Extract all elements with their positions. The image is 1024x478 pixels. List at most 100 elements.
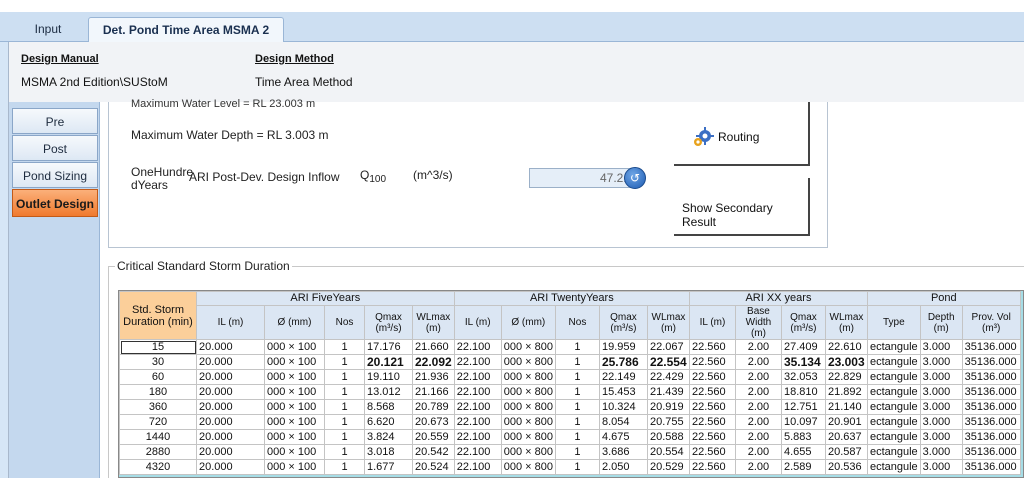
table-cell[interactable]: 27.409 xyxy=(780,339,826,355)
table-cell[interactable]: 000 × 100 xyxy=(264,399,325,415)
table-cell[interactable]: 35136.000 xyxy=(961,429,1021,445)
table-cell[interactable]: 360 xyxy=(119,399,197,415)
table-cell[interactable]: 000 × 800 xyxy=(500,444,556,460)
table-cell[interactable]: 000 × 100 xyxy=(264,459,325,475)
table-cell[interactable]: 22.100 xyxy=(453,354,502,370)
tab-det-pond-time-area[interactable]: Det. Pond Time Area MSMA 2 xyxy=(88,17,284,42)
table-cell[interactable]: 20.000 xyxy=(196,429,265,445)
side-tab-pond-sizing[interactable]: Pond Sizing xyxy=(12,162,98,188)
table-cell[interactable]: 3.000 xyxy=(919,339,963,355)
table-cell[interactable]: 720 xyxy=(119,414,197,430)
table-cell[interactable]: 22.560 xyxy=(688,339,736,355)
table-cell[interactable]: 000 × 800 xyxy=(500,399,556,415)
table-cell[interactable]: 20.919 xyxy=(646,399,690,415)
table-cell[interactable]: 20.554 xyxy=(646,444,690,460)
table-cell[interactable]: 20.121 xyxy=(364,354,413,370)
table-cell[interactable]: 1 xyxy=(324,414,365,430)
table-cell[interactable]: 20.542 xyxy=(412,444,455,460)
table-cell[interactable]: 3.000 xyxy=(919,354,963,370)
table-cell[interactable]: 1 xyxy=(324,369,365,385)
table-cell[interactable]: 1 xyxy=(554,384,600,400)
table-cell[interactable]: 22.100 xyxy=(453,384,502,400)
table-cell[interactable]: 20.000 xyxy=(196,444,265,460)
routing-button[interactable]: Routing xyxy=(674,102,810,166)
table-cell[interactable]: 19.110 xyxy=(364,369,413,385)
table-cell[interactable]: 20.587 xyxy=(824,444,868,460)
table-cell[interactable]: 22.067 xyxy=(646,339,690,355)
table-cell[interactable]: 5.883 xyxy=(780,429,826,445)
table-cell[interactable]: 35136.000 xyxy=(961,384,1021,400)
table-cell[interactable]: 13.012 xyxy=(364,384,413,400)
table-cell[interactable]: 22.560 xyxy=(688,414,736,430)
table-cell[interactable]: 1 xyxy=(324,399,365,415)
table-row[interactable]: 30 20.000 000 × 100 1 20.121 22.092 22.100 000 … xyxy=(119,354,1021,370)
table-cell[interactable]: 1 xyxy=(554,399,600,415)
results-grid[interactable]: Std. Storm Duration (min) ARI FiveYears … xyxy=(118,290,1024,478)
table-cell[interactable]: 1 xyxy=(554,429,600,445)
table-row[interactable]: 2880 20.000 000 × 100 1 3.018 20.542 22.100 000… xyxy=(119,444,1021,460)
table-cell[interactable]: 35136.000 xyxy=(961,414,1021,430)
table-cell[interactable]: 21.439 xyxy=(646,384,690,400)
table-cell[interactable]: 22.092 xyxy=(412,354,455,370)
table-cell[interactable]: 1 xyxy=(324,444,365,460)
table-cell[interactable]: 35136.000 xyxy=(961,339,1021,355)
table-cell[interactable]: 60 xyxy=(119,369,197,385)
table-cell[interactable]: 3.824 xyxy=(364,429,413,445)
table-cell[interactable]: 6.620 xyxy=(364,414,413,430)
table-cell[interactable]: 3.686 xyxy=(598,444,648,460)
table-cell[interactable]: 21.936 xyxy=(412,369,455,385)
table-cell[interactable]: 2.00 xyxy=(734,429,782,445)
table-cell[interactable]: 35136.000 xyxy=(961,399,1021,415)
side-tab-post[interactable]: Post xyxy=(12,135,98,161)
table-cell[interactable]: 000 × 100 xyxy=(264,369,325,385)
table-cell[interactable]: 22.149 xyxy=(598,369,648,385)
table-cell[interactable]: 4.675 xyxy=(598,429,648,445)
table-cell[interactable]: 22.560 xyxy=(688,399,736,415)
table-cell[interactable]: 21.166 xyxy=(412,384,455,400)
table-cell[interactable]: 2880 xyxy=(119,444,197,460)
table-cell[interactable]: 22.610 xyxy=(824,339,868,355)
table-cell[interactable]: 20.673 xyxy=(412,414,455,430)
table-cell[interactable]: 000 × 800 xyxy=(500,354,556,370)
table-row[interactable]: 720 20.000 000 × 100 1 6.620 20.673 22.100 000 … xyxy=(119,414,1021,430)
table-cell[interactable]: 22.560 xyxy=(688,354,736,370)
table-cell[interactable]: 23.003 xyxy=(824,354,868,370)
table-cell[interactable]: 35136.000 xyxy=(961,444,1021,460)
table-cell[interactable]: ectangule xyxy=(866,414,921,430)
table-cell[interactable]: ectangule xyxy=(866,444,921,460)
table-cell[interactable]: 20.000 xyxy=(196,354,265,370)
table-cell[interactable]: 20.559 xyxy=(412,429,455,445)
table-cell[interactable]: 21.892 xyxy=(824,384,868,400)
table-cell[interactable]: 3.000 xyxy=(919,429,963,445)
table-cell[interactable]: ectangule xyxy=(866,429,921,445)
table-cell[interactable]: 1 xyxy=(554,354,600,370)
table-cell[interactable]: 17.176 xyxy=(364,339,413,355)
table-cell[interactable]: 3.000 xyxy=(919,384,963,400)
table-cell[interactable]: 22.100 xyxy=(453,399,502,415)
table-cell[interactable]: 35.134 xyxy=(780,354,826,370)
table-cell[interactable]: 20.000 xyxy=(196,414,265,430)
table-cell[interactable]: 2.00 xyxy=(734,339,782,355)
table-cell[interactable]: 21.660 xyxy=(412,339,455,355)
table-cell[interactable]: 2.00 xyxy=(734,459,782,475)
table-cell[interactable]: 20.901 xyxy=(824,414,868,430)
table-cell[interactable]: 22.560 xyxy=(688,444,736,460)
table-cell[interactable]: 3.000 xyxy=(919,414,963,430)
table-cell[interactable]: 22.100 xyxy=(453,459,502,475)
table-cell[interactable]: 22.560 xyxy=(688,369,736,385)
table-cell[interactable]: 000 × 800 xyxy=(500,369,556,385)
table-cell[interactable]: 000 × 800 xyxy=(500,384,556,400)
table-cell[interactable]: ectangule xyxy=(866,384,921,400)
side-tab-pre[interactable]: Pre xyxy=(12,108,98,134)
ari-select[interactable]: OneHundre dYears xyxy=(131,166,193,190)
table-cell[interactable]: 22.560 xyxy=(688,429,736,445)
table-cell[interactable]: ectangule xyxy=(866,354,921,370)
table-cell[interactable]: 000 × 100 xyxy=(264,414,325,430)
table-row[interactable]: 4320 20.000 000 × 100 1 1.677 20.524 22.100 000… xyxy=(119,459,1021,475)
table-cell[interactable]: 3.018 xyxy=(364,444,413,460)
table-cell[interactable]: 12.751 xyxy=(780,399,826,415)
side-tab-outlet-design[interactable]: Outlet Design xyxy=(12,189,98,217)
table-cell[interactable]: 22.560 xyxy=(688,459,736,475)
table-cell[interactable]: 4320 xyxy=(119,459,197,475)
table-cell[interactable]: 2.00 xyxy=(734,354,782,370)
